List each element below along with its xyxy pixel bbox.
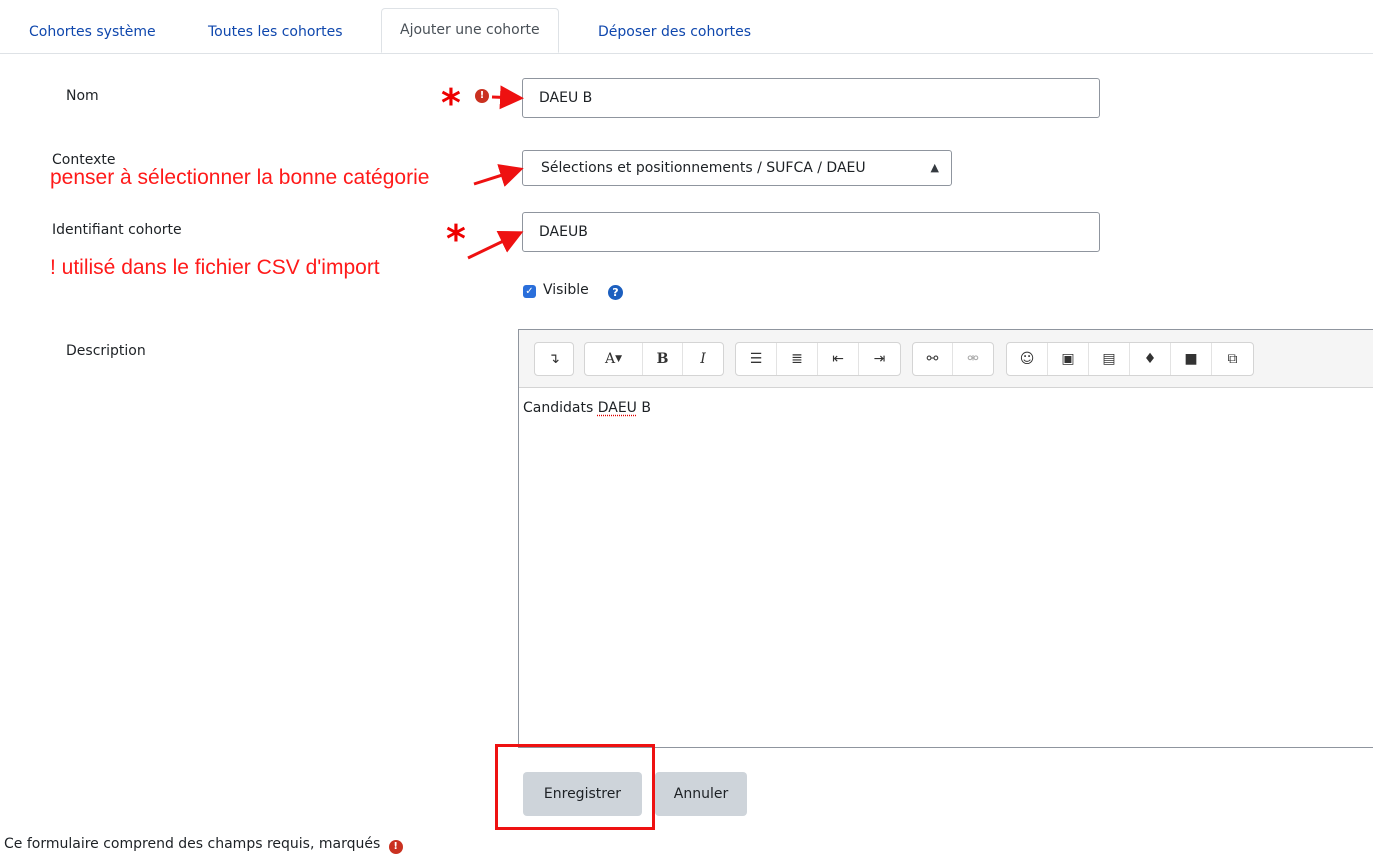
- arrow-idnumber: [467, 230, 524, 260]
- arrow-context: [473, 164, 524, 187]
- annotation-arrows: [467, 85, 524, 260]
- arrow-name: [491, 85, 524, 110]
